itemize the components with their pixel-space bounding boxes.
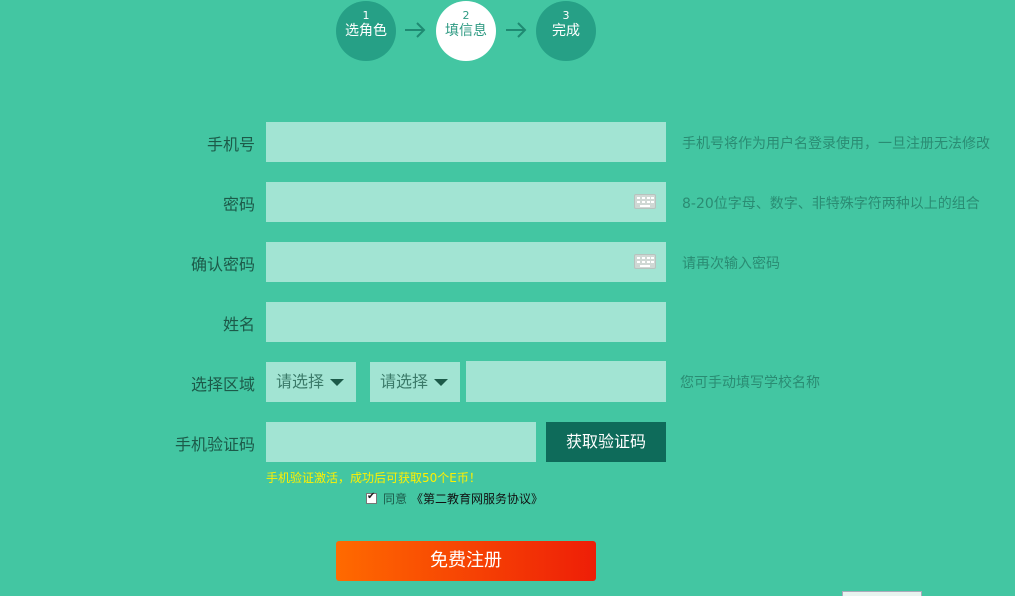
password-label: 密码 [222,195,255,214]
register-button[interactable]: 免费注册 [336,541,596,581]
chevron-down-icon [330,379,344,386]
get-code-button[interactable]: 获取验证码 [546,422,666,462]
step-1-select-role: 1 选角色 [336,1,396,61]
name-label: 姓名 [222,315,255,334]
region-label: 选择区域 [190,375,255,394]
confirm-password-hint: 请再次输入密码 [682,256,780,272]
agree-checkbox[interactable] [366,491,377,504]
partial-element [842,591,922,596]
service-agreement-link[interactable]: 《第二教育网服务协议》 [411,492,543,506]
region-hint: 您可手动填写学校名称 [680,375,820,391]
phone-hint: 手机号将作为用户名登录使用，一旦注册无法修改 [682,136,990,152]
step-number: 2 [462,9,470,22]
step-2-fill-info: 2 填信息 [436,1,496,61]
password-hint: 8-20位字母、数字、非特殊字符两种以上的组合 [682,196,980,212]
step-label: 完成 [552,23,580,39]
phone-label: 手机号 [206,135,255,154]
sms-code-input[interactable] [266,422,536,462]
password-input[interactable] [266,182,666,222]
phone-input[interactable] [266,122,666,162]
region-select-2-value: 请选择 [380,372,429,391]
agree-text: 同意 [383,492,408,506]
agreement-row: 同意《第二教育网服务协议》 [366,490,543,507]
step-label: 填信息 [445,23,487,39]
region-select-1[interactable]: 请选择 [266,362,356,402]
step-number: 1 [362,9,370,22]
keyboard-icon[interactable] [634,254,656,269]
step-3-complete: 3 完成 [536,1,596,61]
arrow-right-icon [405,22,426,38]
step-number: 3 [562,9,570,22]
confirm-password-input[interactable] [266,242,666,282]
school-input[interactable] [466,361,666,402]
arrow-right-icon [506,22,527,38]
sms-reward-note: 手机验证激活，成功后可获取50个E币！ [266,471,481,485]
region-select-1-value: 请选择 [276,372,325,391]
confirm-password-label: 确认密码 [190,255,255,274]
keyboard-icon[interactable] [634,194,656,209]
chevron-down-icon [434,379,448,386]
name-input[interactable] [266,302,666,342]
sms-code-label: 手机验证码 [174,435,255,454]
region-select-2[interactable]: 请选择 [370,362,460,402]
step-label: 选角色 [345,23,387,39]
